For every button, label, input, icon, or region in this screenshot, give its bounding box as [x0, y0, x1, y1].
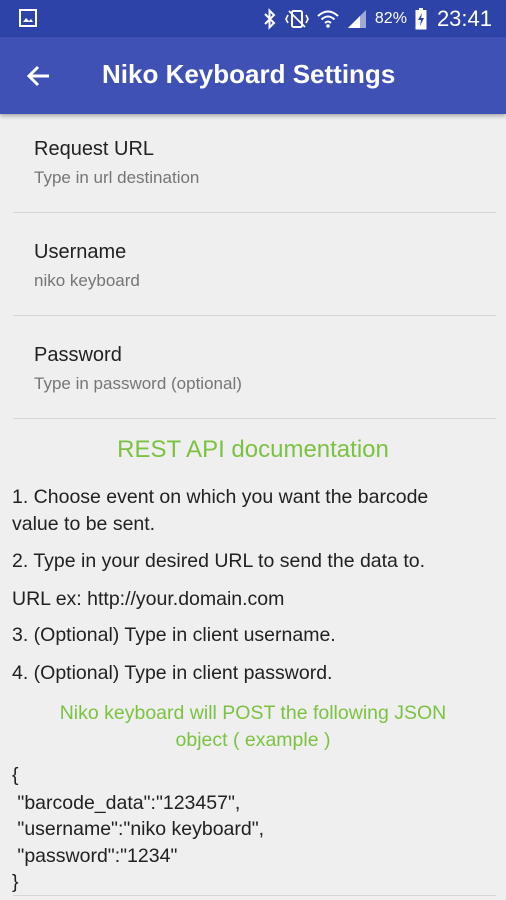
preference-title: Password	[34, 344, 122, 366]
gallery-icon	[19, 9, 37, 27]
json-line: }	[12, 871, 19, 893]
preference-title: Username	[34, 241, 127, 263]
json-note-line-1: Niko keyboard will POST the following JS…	[59, 702, 447, 724]
json-line: {	[12, 764, 19, 786]
preference-summary: Type in password (optional)	[34, 374, 242, 393]
battery-icon	[415, 7, 427, 29]
request-url-preference[interactable]: Request URL Type in url destination	[13, 114, 496, 213]
password-preference[interactable]: Password Type in password (optional)	[13, 316, 496, 419]
json-note-line-2: object ( example )	[175, 729, 331, 751]
step-1-line-2: value to be sent.	[12, 513, 156, 535]
divider	[13, 895, 496, 896]
status-clock: 23:41	[436, 5, 492, 31]
wifi-icon	[317, 10, 339, 28]
battery-percent: 82%	[374, 9, 407, 27]
json-line: "password":"1234"	[12, 845, 178, 867]
bluetooth-icon	[264, 7, 276, 30]
username-preference[interactable]: Username niko keyboard	[13, 213, 496, 316]
doc-title: REST API documentation	[117, 436, 389, 463]
vibrate-icon	[285, 9, 309, 28]
preference-summary: Type in url destination	[34, 168, 200, 187]
url-example: URL ex: http://your.domain.com	[12, 588, 285, 610]
app-bar: Niko Keyboard Settings	[0, 37, 506, 114]
json-note: Niko keyboard will POST the following JS…	[0, 700, 506, 754]
preference-summary: niko keyboard	[34, 271, 140, 290]
preference-title: Request URL	[34, 138, 155, 160]
step-2: 2. Type in your desired URL to send the …	[12, 550, 426, 572]
page-title: Niko Keyboard Settings	[102, 59, 396, 89]
step-4: 4. (Optional) Type in client password.	[12, 662, 333, 684]
status-bar: 82% 23:41	[0, 0, 506, 37]
step-3: 3. (Optional) Type in client username.	[12, 624, 336, 646]
json-line: "barcode_data":"123457",	[12, 792, 241, 814]
arrow-back-icon[interactable]	[24, 61, 54, 91]
step-1-line-1: 1. Choose event on which you want the ba…	[12, 486, 429, 508]
json-line: "username":"niko keyboard",	[12, 818, 265, 840]
signal-icon	[347, 9, 366, 28]
